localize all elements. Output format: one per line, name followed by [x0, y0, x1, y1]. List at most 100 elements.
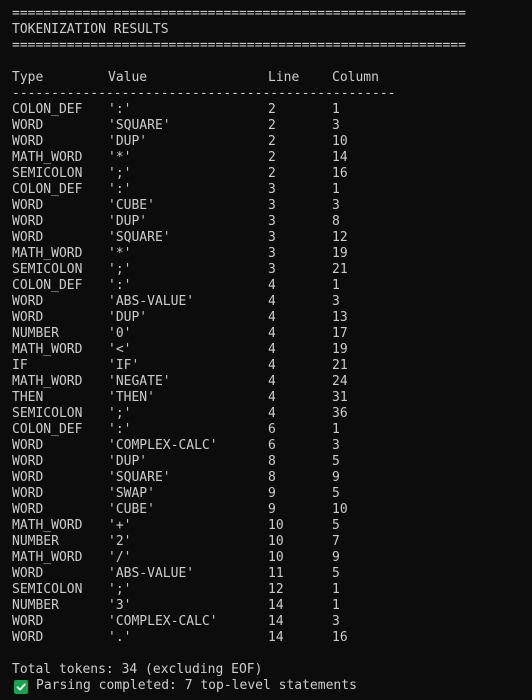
- table-row: MATH_WORD '<' 4 19: [0, 342, 532, 358]
- token-type: THEN: [12, 390, 44, 405]
- token-line: 10: [268, 550, 284, 565]
- token-column: 1: [332, 422, 340, 437]
- token-column: 8: [332, 214, 340, 229]
- token-value: 'DUP': [108, 454, 148, 469]
- token-column: 19: [332, 246, 348, 261]
- token-line: 14: [268, 614, 284, 629]
- table-row: NUMBER '0' 4 17: [0, 326, 532, 342]
- table-row: IF 'IF' 4 21: [0, 358, 532, 374]
- token-type: WORD: [12, 214, 44, 229]
- token-type: MATH_WORD: [12, 374, 83, 389]
- token-value: 'DUP': [108, 310, 148, 325]
- token-type: IF: [12, 358, 28, 373]
- token-line: 3: [268, 230, 276, 245]
- table-header: Type Value Line Column: [0, 70, 532, 86]
- token-value: '+': [108, 518, 132, 533]
- token-column: 12: [332, 230, 348, 245]
- token-column: 16: [332, 166, 348, 181]
- token-column: 5: [332, 566, 340, 581]
- token-value: 'SQUARE': [108, 118, 171, 133]
- header-rule: ----------------------------------------…: [12, 86, 396, 101]
- token-type: MATH_WORD: [12, 342, 83, 357]
- token-type: WORD: [12, 454, 44, 469]
- results-title: TOKENIZATION RESULTS: [12, 22, 169, 37]
- token-column: 3: [332, 438, 340, 453]
- token-value: '.': [108, 630, 132, 645]
- table-row: WORD 'ABS-VALUE' 4 3: [0, 294, 532, 310]
- token-line: 6: [268, 422, 276, 437]
- token-value: '2': [108, 534, 132, 549]
- token-line: 9: [268, 486, 276, 501]
- table-row: NUMBER '2' 10 7: [0, 534, 532, 550]
- token-type: MATH_WORD: [12, 550, 83, 565]
- token-column: 1: [332, 102, 340, 117]
- header-value: Value: [108, 70, 148, 85]
- token-line: 2: [268, 134, 276, 149]
- token-line: 4: [268, 374, 276, 389]
- token-column: 3: [332, 614, 340, 629]
- table-row: SEMICOLON ';' 4 36: [0, 406, 532, 422]
- token-line: 11: [268, 566, 284, 581]
- token-value: '*': [108, 150, 132, 165]
- token-value: 'ABS-VALUE': [108, 566, 195, 581]
- token-value: ':': [108, 182, 132, 197]
- token-line: 2: [268, 166, 276, 181]
- token-value: '0': [108, 326, 132, 341]
- table-row: MATH_WORD '*' 3 19: [0, 246, 532, 262]
- token-column: 1: [332, 598, 340, 613]
- check-mark-icon: [14, 680, 28, 694]
- token-value: 'THEN': [108, 390, 155, 405]
- table-row: WORD 'COMPLEX-CALC' 6 3: [0, 438, 532, 454]
- token-type: COLON_DEF: [12, 422, 83, 437]
- token-value: 'NEGATE': [108, 374, 171, 389]
- token-value: 'SQUARE': [108, 230, 171, 245]
- token-column: 10: [332, 502, 348, 517]
- token-type: MATH_WORD: [12, 150, 83, 165]
- token-line: 8: [268, 470, 276, 485]
- token-value: '*': [108, 246, 132, 261]
- token-line: 4: [268, 358, 276, 373]
- table-row: MATH_WORD '/' 10 9: [0, 550, 532, 566]
- token-column: 14: [332, 150, 348, 165]
- token-value: 'COMPLEX-CALC': [108, 614, 218, 629]
- table-row: WORD 'SQUARE' 3 12: [0, 230, 532, 246]
- token-column: 16: [332, 630, 348, 645]
- token-line: 10: [268, 534, 284, 549]
- token-value: 'CUBE': [108, 502, 155, 517]
- token-type: WORD: [12, 470, 44, 485]
- token-value: 'COMPLEX-CALC': [108, 438, 218, 453]
- token-line: 9: [268, 502, 276, 517]
- token-type: COLON_DEF: [12, 278, 83, 293]
- token-value: ':': [108, 102, 132, 117]
- token-line: 6: [268, 438, 276, 453]
- token-line: 2: [268, 102, 276, 117]
- table-row: WORD 'ABS-VALUE' 11 5: [0, 566, 532, 582]
- token-type: WORD: [12, 614, 44, 629]
- table-row: WORD 'CUBE' 3 3: [0, 198, 532, 214]
- token-type: COLON_DEF: [12, 182, 83, 197]
- table-row: MATH_WORD '*' 2 14: [0, 150, 532, 166]
- token-value: ':': [108, 278, 132, 293]
- token-value: ';': [108, 166, 132, 181]
- token-line: 12: [268, 582, 284, 597]
- table-row: WORD 'DUP' 8 5: [0, 454, 532, 470]
- token-type: WORD: [12, 486, 44, 501]
- table-row: COLON_DEF ':' 6 1: [0, 422, 532, 438]
- parsing-status: Parsing completed: 7 top-level statement…: [36, 678, 357, 693]
- token-type: SEMICOLON: [12, 166, 83, 181]
- token-column: 5: [332, 518, 340, 533]
- token-type: WORD: [12, 566, 44, 581]
- token-type: WORD: [12, 502, 44, 517]
- token-type: WORD: [12, 310, 44, 325]
- table-row: SEMICOLON ';' 12 1: [0, 582, 532, 598]
- token-value: '/': [108, 550, 132, 565]
- token-line: 14: [268, 598, 284, 613]
- token-value: ';': [108, 406, 132, 421]
- table-row: SEMICOLON ';' 3 21: [0, 262, 532, 278]
- token-column: 21: [332, 262, 348, 277]
- token-type: SEMICOLON: [12, 582, 83, 597]
- table-row: WORD 'DUP' 4 13: [0, 310, 532, 326]
- token-line: 14: [268, 630, 284, 645]
- token-line: 2: [268, 150, 276, 165]
- token-type: NUMBER: [12, 598, 59, 613]
